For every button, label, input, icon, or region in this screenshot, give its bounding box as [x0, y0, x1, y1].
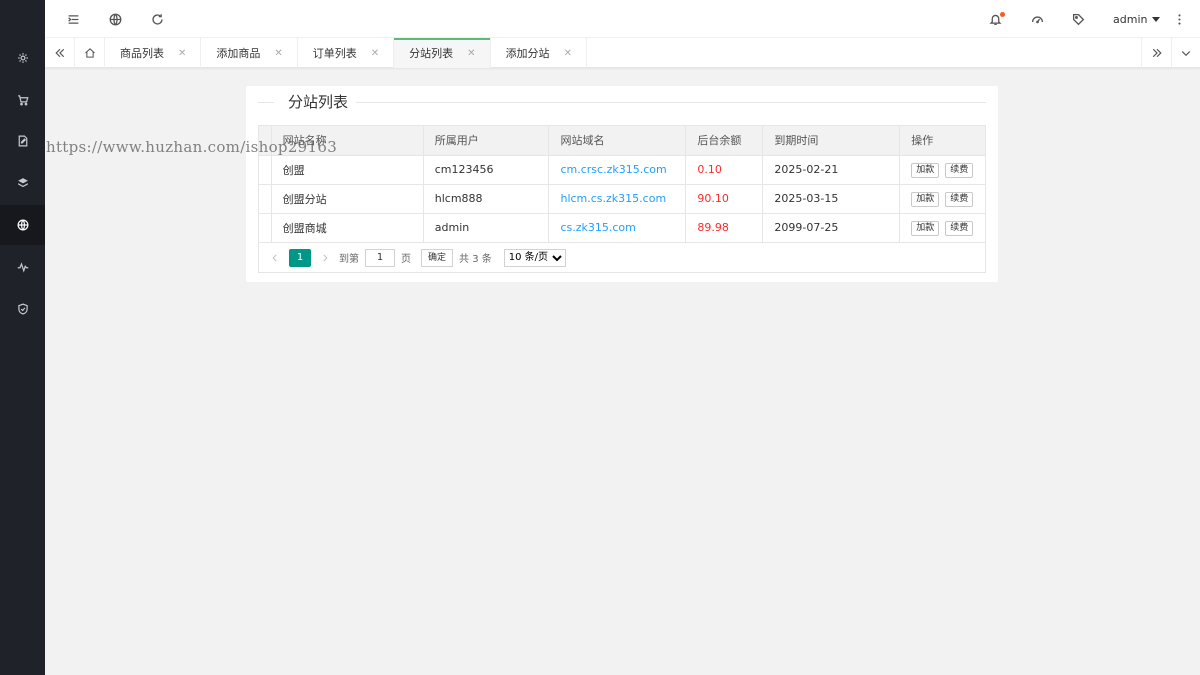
owner-user-cell: cm123456: [423, 155, 550, 185]
legend-divider: [348, 102, 986, 103]
legend-divider: [258, 102, 274, 103]
page-number-input[interactable]: [365, 248, 395, 267]
shield-icon[interactable]: [0, 289, 45, 329]
owner-user-cell: admin: [423, 213, 550, 242]
balance-cell: 89.98: [685, 213, 764, 242]
card-legend: 分站列表: [258, 94, 986, 112]
site-name-cell: 创盟: [271, 155, 424, 185]
site-name-cell: 创盟分站: [271, 184, 424, 214]
row-marker-cell: [259, 213, 272, 242]
table-row: 创盟 cm123456 cm.crsc.zk315.com 0.10 2025-…: [259, 155, 985, 185]
edit-doc-icon[interactable]: [0, 121, 45, 161]
table-header-blank: [259, 126, 272, 156]
next-page-chevron-right-icon[interactable]: [317, 249, 333, 267]
column-header[interactable]: 所属用户: [423, 126, 550, 156]
balance-cell: 90.10: [685, 184, 764, 214]
renew-button[interactable]: 续费: [945, 162, 974, 178]
close-icon[interactable]: ✕: [564, 48, 572, 59]
page-title: 分站列表: [280, 94, 357, 110]
tab-label: 商品列表: [120, 47, 164, 60]
column-header[interactable]: 到期时间: [762, 126, 901, 156]
table-row: 创盟分站 hlcm888 hlcm.cs.zk315.com 90.10 202…: [259, 184, 985, 214]
actions-cell: 加款 续费: [899, 184, 985, 214]
table-header-row: 网站名称 所属用户 网站域名 后台余额 到期时间 操作: [259, 126, 985, 156]
top-header: admin: [45, 0, 1200, 38]
refresh-icon[interactable]: [141, 0, 173, 38]
close-icon[interactable]: ✕: [274, 48, 282, 59]
expire-date-cell: 2025-02-21: [762, 155, 901, 185]
current-page-button[interactable]: 1: [289, 248, 311, 267]
sidebar: [0, 0, 45, 675]
site-domain-link[interactable]: cm.crsc.zk315.com: [548, 155, 687, 185]
tab-substation-list[interactable]: 分站列表 ✕: [394, 38, 491, 68]
close-icon[interactable]: ✕: [467, 48, 475, 59]
website-icon[interactable]: [99, 0, 131, 38]
layers-icon[interactable]: [0, 163, 45, 203]
owner-user-cell: hlcm888: [423, 184, 550, 214]
tabs-menu-chevron-down-icon[interactable]: [1171, 38, 1200, 68]
close-icon[interactable]: ✕: [178, 48, 186, 59]
add-funds-button[interactable]: 加款: [911, 191, 940, 207]
tab-add-product[interactable]: 添加商品 ✕: [201, 38, 298, 68]
home-icon[interactable]: [75, 38, 105, 68]
notice-badge-dot: [1000, 12, 1005, 17]
substation-list-card: 分站列表 网站名称 所属用户 网站域名 后台余额 到期时间 操作 创盟 cm12…: [246, 86, 998, 282]
substation-table: 网站名称 所属用户 网站域名 后台余额 到期时间 操作 创盟 cm123456 …: [258, 125, 986, 243]
chart-pulse-icon[interactable]: [0, 247, 45, 287]
goto-confirm-button[interactable]: 确定: [421, 248, 454, 267]
flexible-icon[interactable]: [57, 0, 89, 38]
user-name: admin: [1113, 12, 1148, 26]
site-name-cell: 创盟商城: [271, 213, 424, 242]
more-icon[interactable]: [1163, 0, 1195, 38]
column-header[interactable]: 网站名称: [271, 126, 424, 156]
actions-cell: 加款 续费: [899, 155, 985, 185]
note-icon[interactable]: [1062, 0, 1094, 38]
goto-label: 到第: [339, 254, 359, 265]
tab-bar: 商品列表 ✕ 添加商品 ✕ 订单列表 ✕ 分站列表 ✕ 添加分站 ✕: [45, 38, 1200, 68]
renew-button[interactable]: 续费: [945, 220, 974, 236]
tab-add-substation[interactable]: 添加分站 ✕: [491, 38, 587, 68]
pagination: 1 到第 页 确定 共 3 条 10 条/页: [258, 243, 986, 273]
add-funds-button[interactable]: 加款: [911, 162, 940, 178]
expire-date-cell: 2025-03-15: [762, 184, 901, 214]
close-icon[interactable]: ✕: [371, 48, 379, 59]
user-menu[interactable]: admin: [1113, 0, 1161, 38]
balance-cell: 0.10: [685, 155, 764, 185]
column-header: 操作: [899, 126, 985, 156]
caret-down-icon: [1152, 16, 1161, 22]
add-funds-button[interactable]: 加款: [911, 220, 940, 236]
actions-cell: 加款 续费: [900, 213, 985, 242]
tabs-scroll-right-icon[interactable]: [1141, 38, 1171, 68]
page-unit-label: 页: [401, 254, 411, 265]
site-domain-link[interactable]: hlcm.cs.zk315.com: [548, 184, 687, 214]
tab-label: 添加商品: [216, 47, 261, 60]
page-size-select[interactable]: 10 条/页: [503, 248, 566, 267]
renew-button[interactable]: 续费: [945, 191, 974, 207]
column-header[interactable]: 后台余额: [685, 126, 764, 156]
row-marker-cell: [259, 155, 272, 185]
cart-icon[interactable]: [0, 80, 45, 120]
theme-icon[interactable]: [1021, 0, 1053, 38]
site-domain-link[interactable]: cs.zk315.com: [548, 213, 687, 242]
tab-product-list[interactable]: 商品列表 ✕: [105, 38, 202, 68]
tabs-scroll-left-icon[interactable]: [45, 38, 75, 68]
tab-list: 商品列表 ✕ 添加商品 ✕ 订单列表 ✕ 分站列表 ✕ 添加分站 ✕: [105, 38, 587, 68]
table-row: 创盟商城 admin cs.zk315.com 89.98 2099-07-25…: [259, 213, 985, 242]
settings-icon[interactable]: [0, 38, 45, 78]
expire-date-cell: 2099-07-25: [762, 213, 901, 242]
tab-label: 分站列表: [409, 47, 454, 60]
tab-label: 添加分站: [505, 47, 550, 60]
tab-order-list[interactable]: 订单列表 ✕: [298, 38, 395, 68]
total-count-label: 共 3 条: [459, 254, 492, 265]
column-header[interactable]: 网站域名: [548, 126, 687, 156]
tab-label: 订单列表: [312, 47, 357, 60]
globe-icon[interactable]: [0, 205, 45, 245]
row-marker-cell: [259, 184, 272, 214]
prev-page-chevron-left-icon[interactable]: [267, 249, 283, 267]
notice-icon[interactable]: [979, 0, 1011, 38]
